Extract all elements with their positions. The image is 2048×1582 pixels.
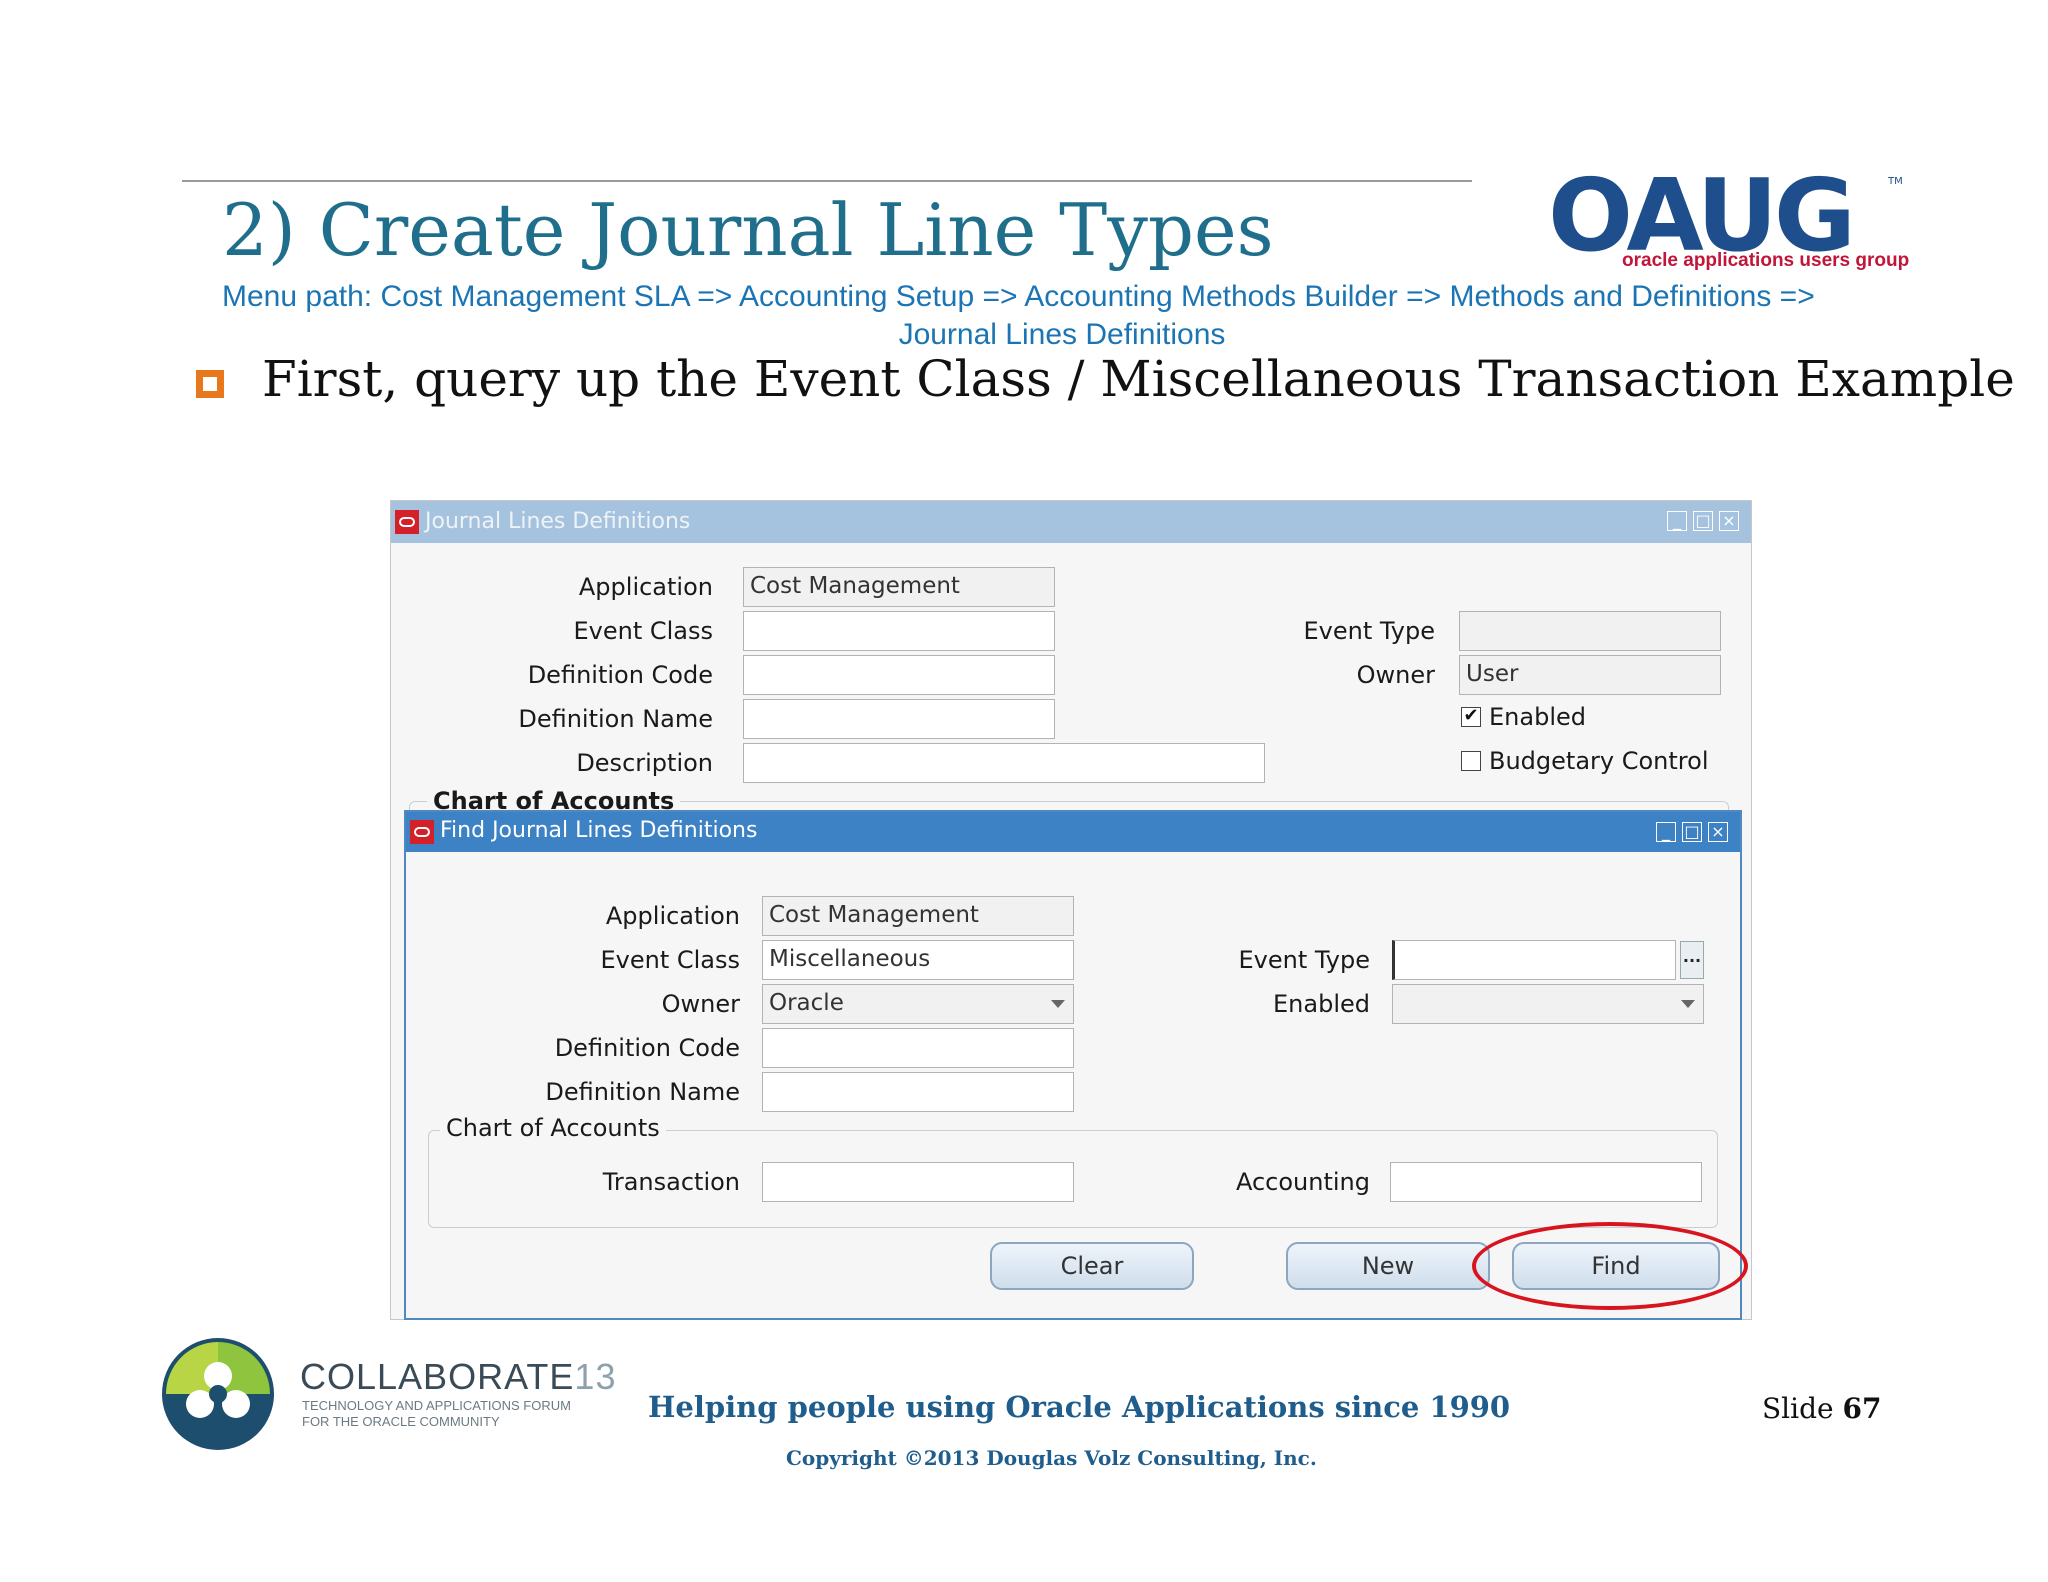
outer-definition-name-field[interactable] bbox=[743, 699, 1055, 739]
slide-title: 2) Create Journal Line Types bbox=[222, 188, 1274, 272]
find-event-type-field[interactable] bbox=[1392, 940, 1676, 980]
outer-title-bar: Journal Lines Definitions _ □ × bbox=[391, 501, 1751, 543]
find-event-class-label: Event Class bbox=[600, 946, 740, 974]
find-definition-code-field[interactable] bbox=[762, 1028, 1074, 1068]
minimize-icon[interactable]: _ bbox=[1667, 511, 1687, 531]
close-icon[interactable]: × bbox=[1719, 511, 1739, 531]
collaborate-subtitle: TECHNOLOGY AND APPLICATIONS FORUM FOR TH… bbox=[302, 1398, 602, 1430]
menu-path-line2: Journal Lines Definitions bbox=[898, 318, 1226, 351]
outer-application-field[interactable]: Cost Management bbox=[743, 567, 1055, 607]
chevron-down-icon bbox=[1051, 1000, 1065, 1008]
bullet-text: First, query up the Event Class / Miscel… bbox=[262, 350, 2015, 408]
footer-copyright: Copyright ©2013 Douglas Volz Consulting,… bbox=[786, 1446, 1317, 1470]
outer-description-label: Description bbox=[576, 749, 713, 777]
chevron-down-icon bbox=[1681, 1000, 1695, 1008]
find-event-type-label: Event Type bbox=[1238, 946, 1370, 974]
outer-definition-code-field[interactable] bbox=[743, 655, 1055, 695]
find-owner-select[interactable]: Oracle bbox=[762, 984, 1074, 1024]
collaborate-sub-line1: TECHNOLOGY AND APPLICATIONS FORUM bbox=[302, 1398, 571, 1413]
collaborate-sub-line2: FOR THE ORACLE COMMUNITY bbox=[302, 1414, 500, 1429]
slide-number-value: 67 bbox=[1842, 1392, 1882, 1425]
oaug-logo-tagline: oracle applications users group bbox=[1622, 250, 1910, 271]
outer-application-label: Application bbox=[578, 573, 713, 601]
find-button-highlight-oval bbox=[1472, 1222, 1748, 1310]
budgetary-control-label: Budgetary Control bbox=[1489, 747, 1709, 775]
lov-ellipsis-button[interactable]: ... bbox=[1680, 941, 1704, 979]
find-application-label: Application bbox=[605, 902, 740, 930]
find-transaction-field[interactable] bbox=[762, 1162, 1074, 1202]
outer-event-class-label: Event Class bbox=[573, 617, 713, 645]
find-title-bar: Find Journal Lines Definitions _ □ × bbox=[406, 812, 1740, 852]
collaborate-logo-icon bbox=[162, 1338, 274, 1450]
maximize-icon[interactable]: □ bbox=[1682, 822, 1702, 842]
clear-button[interactable]: Clear bbox=[990, 1242, 1194, 1290]
enabled-checkbox[interactable]: ✔ bbox=[1461, 707, 1481, 727]
slide-label: Slide bbox=[1762, 1392, 1834, 1425]
budgetary-control-checkbox[interactable] bbox=[1461, 751, 1481, 771]
slide-number: Slide 67 bbox=[1762, 1392, 1881, 1425]
find-chart-of-accounts-label: Chart of Accounts bbox=[440, 1114, 666, 1142]
close-icon[interactable]: × bbox=[1708, 822, 1728, 842]
outer-event-type-label: Event Type bbox=[1303, 617, 1435, 645]
oracle-icon bbox=[395, 510, 419, 534]
find-window-title: Find Journal Lines Definitions bbox=[440, 818, 758, 843]
menu-path-line1: Menu path: Cost Management SLA => Accoun… bbox=[222, 280, 1815, 313]
find-application-field[interactable]: Cost Management bbox=[762, 896, 1074, 936]
bullet-square-icon bbox=[196, 370, 224, 398]
outer-definition-name-label: Definition Name bbox=[518, 705, 713, 733]
outer-definition-code-label: Definition Code bbox=[527, 661, 713, 689]
maximize-icon[interactable]: □ bbox=[1693, 511, 1713, 531]
find-transaction-label: Transaction bbox=[602, 1168, 740, 1196]
outer-event-class-field[interactable] bbox=[743, 611, 1055, 651]
outer-owner-label: Owner bbox=[1356, 661, 1435, 689]
find-definition-code-label: Definition Code bbox=[554, 1034, 740, 1062]
find-owner-label: Owner bbox=[661, 990, 740, 1018]
find-definition-name-label: Definition Name bbox=[545, 1078, 740, 1106]
outer-event-type-field[interactable] bbox=[1459, 611, 1721, 651]
find-definition-name-field[interactable] bbox=[762, 1072, 1074, 1112]
collaborate-name: COLLABORATE13 bbox=[300, 1356, 616, 1398]
collaborate-word: COLLABORATE bbox=[300, 1356, 575, 1397]
minimize-icon[interactable]: _ bbox=[1656, 822, 1676, 842]
outer-window-title: Journal Lines Definitions bbox=[425, 509, 691, 534]
header-rule bbox=[182, 180, 1472, 182]
oaug-logo-tm: TM bbox=[1888, 176, 1903, 187]
enabled-label: Enabled bbox=[1489, 703, 1586, 731]
find-enabled-label: Enabled bbox=[1273, 990, 1370, 1018]
find-accounting-label: Accounting bbox=[1235, 1168, 1370, 1196]
find-enabled-select[interactable] bbox=[1392, 984, 1704, 1024]
outer-description-field[interactable] bbox=[743, 743, 1265, 783]
oracle-icon bbox=[410, 820, 434, 844]
menu-path: Menu path: Cost Management SLA => Accoun… bbox=[222, 278, 1902, 354]
footer-slogan: Helping people using Oracle Applications… bbox=[648, 1390, 1511, 1424]
collaborate-number: 13 bbox=[574, 1356, 617, 1397]
find-event-class-field[interactable]: Miscellaneous bbox=[762, 940, 1074, 980]
find-accounting-field[interactable] bbox=[1390, 1162, 1702, 1202]
outer-owner-field[interactable]: User bbox=[1459, 655, 1721, 695]
oaug-logo: OAUG oracle applications users group TM bbox=[1548, 166, 1910, 276]
find-owner-value: Oracle bbox=[769, 990, 844, 1016]
new-button[interactable]: New bbox=[1286, 1242, 1490, 1290]
